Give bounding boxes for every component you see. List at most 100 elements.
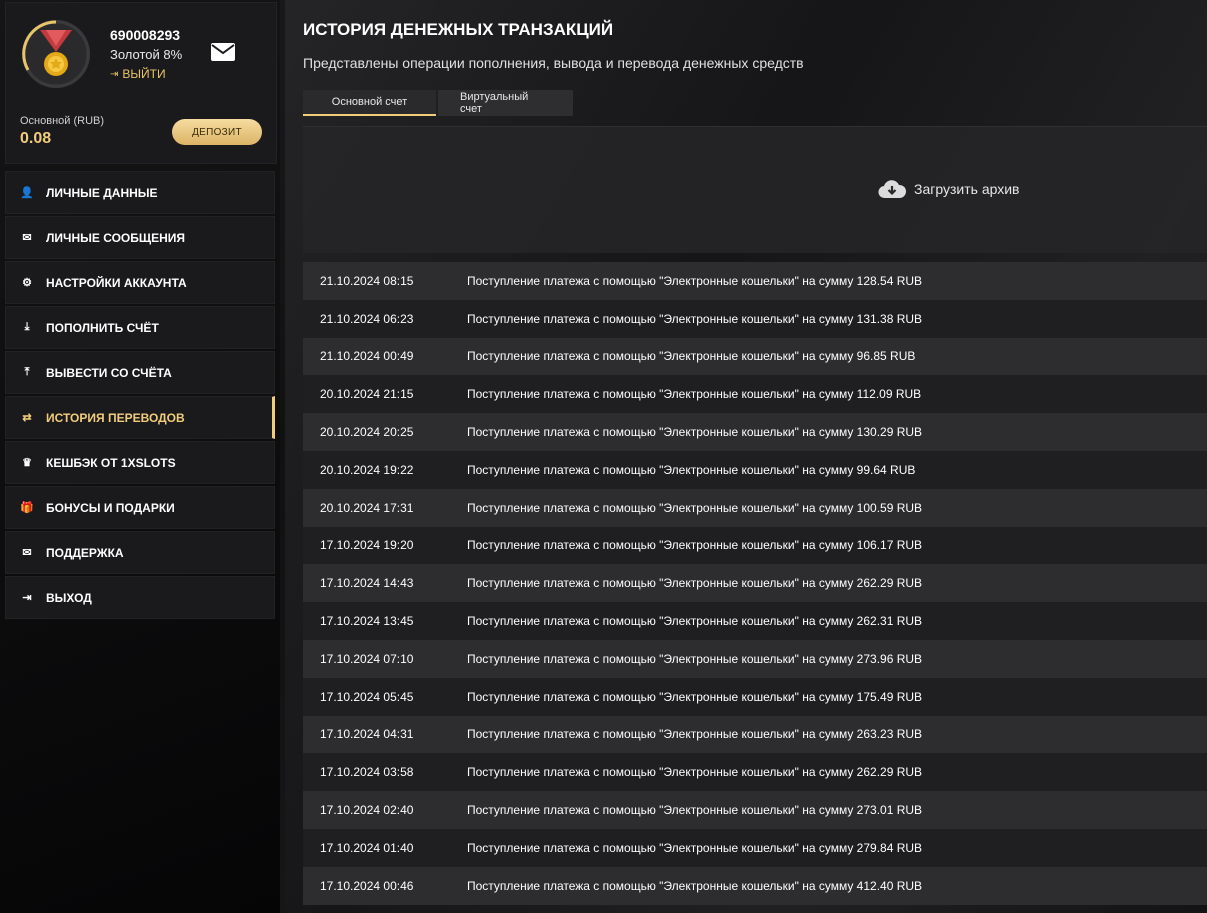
transaction-description: Поступление платежа с помощью "Электронн… (467, 878, 923, 893)
sidebar-item[interactable]: 👤 ЛИЧНЫЕ ДАННЫЕ (5, 171, 275, 214)
table-row: 17.10.2024 03:58 Поступление платежа с по… (303, 753, 1207, 792)
table-row: 17.10.2024 13:45 Поступление платежа с по… (303, 602, 1207, 640)
cloud-download-icon (878, 180, 906, 199)
user-id: 690008293 (110, 27, 181, 43)
table-row: 20.10.2024 21:15 Поступление платежа с по… (303, 375, 1207, 414)
user-plus-icon: 👤 (20, 187, 34, 199)
transaction-date: 20.10.2024 19:22 (320, 462, 414, 477)
page-title: ИСТОРИЯ ДЕНЕЖНЫХ ТРАНЗАКЦИЙ (303, 20, 614, 39)
transactions-table: 21.10.2024 08:15 Поступление платежа с по… (303, 262, 1207, 905)
deposit-button[interactable]: ДЕПОЗИТ (172, 119, 262, 145)
transaction-description: Поступление платежа с помощью "Электронн… (467, 273, 923, 288)
sidebar-item-label: ЛИЧНЫЕ СООБЩЕНИЯ (46, 230, 186, 245)
transaction-date: 17.10.2024 03:58 (320, 765, 414, 780)
tab-virtual-account[interactable]: Виртуальный счет (438, 90, 573, 116)
table-row: 17.10.2024 07:10 Поступление платежа с по… (303, 639, 1207, 678)
sidebar-item[interactable]: ⇥ ВЫХОД (5, 576, 275, 619)
sidebar-item-label: НАСТРОЙКИ АККАУНТА (46, 275, 187, 290)
sidebar-item[interactable]: ⤒ ВЫВЕСТИ СО СЧЁТА (5, 351, 275, 394)
envelope-icon[interactable] (211, 43, 235, 61)
user-level: Золотой 8% (110, 47, 183, 62)
transaction-date: 21.10.2024 00:49 (320, 349, 414, 364)
transaction-description: Поступление платежа с помощью "Электронн… (467, 840, 923, 855)
main-content: ИСТОРИЯ ДЕНЕЖНЫХ ТРАНЗАКЦИЙ Представлены… (285, 0, 1207, 913)
sidebar-item[interactable]: ⇄ ИСТОРИЯ ПЕРЕВОДОВ (5, 396, 275, 439)
transaction-description: Поступление платежа с помощью "Электронн… (467, 765, 923, 780)
table-row: 21.10.2024 08:15 Поступление платежа с по… (303, 262, 1207, 300)
transaction-description: Поступление платежа с помощью "Электронн… (467, 462, 916, 477)
sidebar-item-label: КЕШБЭК ОТ 1XSLOTS (46, 455, 176, 470)
sidebar-item-label: ИСТОРИЯ ПЕРЕВОДОВ (46, 410, 185, 425)
table-row: 20.10.2024 19:22 Поступление платежа с по… (303, 450, 1207, 489)
transaction-description: Поступление платежа с помощью "Электронн… (467, 425, 923, 440)
transaction-date: 17.10.2024 00:46 (320, 878, 414, 893)
sidebar-item[interactable]: ⤓ ПОПОЛНИТЬ СЧЁТ (5, 306, 275, 349)
table-row: 20.10.2024 20:25 Поступление платежа с по… (303, 413, 1207, 451)
download-archive-label: Загрузить архив (914, 181, 1020, 197)
download-archive-button[interactable]: Загрузить архив (878, 179, 1020, 199)
sidebar-item-label: ВЫВЕСТИ СО СЧЁТА (46, 365, 172, 380)
sidebar-item[interactable]: ⚙ НАСТРОЙКИ АККАУНТА (5, 261, 275, 304)
transaction-date: 17.10.2024 14:43 (320, 576, 414, 591)
table-row: 20.10.2024 17:31 Поступление платежа с по… (303, 488, 1207, 527)
envelope-icon: ✉ (22, 547, 32, 559)
transaction-description: Поступление платежа с помощью "Электронн… (467, 727, 923, 742)
transaction-description: Поступление платежа с помощью "Электронн… (467, 651, 923, 666)
gift-icon: 🎁 (20, 502, 34, 514)
page-subtitle: Представлены операции пополнения, вывода… (303, 55, 804, 71)
transaction-description: Поступление платежа с помощью "Электронн… (467, 538, 923, 553)
table-row: 17.10.2024 14:43 Поступление платежа с по… (303, 564, 1207, 603)
transaction-description: Поступление платежа с помощью "Электронн… (467, 500, 923, 515)
transaction-date: 20.10.2024 17:31 (320, 500, 414, 515)
table-row: 17.10.2024 05:45 Поступление платежа с по… (303, 677, 1207, 716)
page: 690008293 Золотой 8% ⇥ ВЫЙТИ Основной (R… (0, 0, 1207, 913)
sidebar-item[interactable]: ✉ ПОДДЕРЖКА (5, 531, 275, 574)
sign-out-icon: ⇥ (22, 592, 32, 604)
exchange-icon: ⇄ (22, 412, 32, 424)
transaction-description: Поступление платежа с помощью "Электронн… (467, 349, 916, 364)
transaction-description: Поступление платежа с помощью "Электронн… (467, 576, 923, 591)
sidebar-item-label: ВЫХОД (46, 590, 92, 605)
transaction-date: 21.10.2024 06:23 (320, 311, 414, 326)
profile-card: 690008293 Золотой 8% ⇥ ВЫЙТИ Основной (R… (5, 2, 277, 164)
transaction-description: Поступление платежа с помощью "Электронн… (467, 614, 923, 629)
transaction-date: 17.10.2024 01:40 (320, 840, 414, 855)
table-row: 17.10.2024 19:20 Поступление платежа с по… (303, 526, 1207, 565)
sidebar-item[interactable]: ♛ КЕШБЭК ОТ 1XSLOTS (5, 441, 275, 484)
sidebar-item-label: БОНУСЫ И ПОДАРКИ (46, 500, 175, 515)
transaction-date: 21.10.2024 08:15 (320, 273, 414, 288)
transaction-date: 20.10.2024 21:15 (320, 387, 414, 402)
sidebar-item[interactable]: 🎁 БОНУСЫ И ПОДАРКИ (5, 486, 275, 529)
table-row: 17.10.2024 00:46 Поступление платежа с по… (303, 866, 1207, 905)
archive-panel: Загрузить архив (303, 126, 1207, 253)
balance-value: 0.08 (20, 130, 52, 147)
table-row: 17.10.2024 04:31 Поступление платежа с по… (303, 715, 1207, 754)
avatar[interactable] (22, 20, 90, 88)
transaction-date: 17.10.2024 04:31 (320, 727, 414, 742)
tab-main-account[interactable]: Основной счет (303, 90, 436, 116)
sidebar: 690008293 Золотой 8% ⇥ ВЫЙТИ Основной (R… (0, 0, 280, 913)
transaction-description: Поступление платежа с помощью "Электронн… (467, 387, 922, 402)
table-row: 21.10.2024 06:23 Поступление платежа с по… (303, 299, 1207, 338)
transaction-date: 17.10.2024 02:40 (320, 803, 414, 818)
sidebar-item-label: ЛИЧНЫЕ ДАННЫЕ (46, 185, 158, 200)
logout-label: ВЫЙТИ (122, 67, 166, 81)
account-tabs: Основной счет Виртуальный счет (303, 90, 573, 116)
transaction-date: 17.10.2024 05:45 (320, 689, 414, 704)
upload-icon: ⤒ (24, 366, 30, 378)
transaction-date: 17.10.2024 19:20 (320, 538, 414, 553)
sidebar-item-label: ПОДДЕРЖКА (46, 545, 124, 560)
sidebar-menu: 👤 ЛИЧНЫЕ ДАННЫЕ ✉ ЛИЧНЫЕ СООБЩЕНИЯ ⚙ НАСТРОЙК… (5, 171, 275, 621)
table-row: 21.10.2024 00:49 Поступление платежа с по… (303, 337, 1207, 376)
transaction-description: Поступление платежа с помощью "Электронн… (467, 311, 923, 326)
logout-link[interactable]: ⇥ ВЫЙТИ (110, 67, 166, 81)
transaction-description: Поступление платежа с помощью "Электронн… (467, 689, 923, 704)
transaction-description: Поступление платежа с помощью "Электронн… (467, 803, 923, 818)
transaction-date: 17.10.2024 07:10 (320, 651, 414, 666)
gears-icon: ⚙ (22, 277, 32, 289)
sign-out-icon: ⇥ (110, 68, 119, 80)
transaction-date: 17.10.2024 13:45 (320, 614, 414, 629)
sidebar-item[interactable]: ✉ ЛИЧНЫЕ СООБЩЕНИЯ (5, 216, 275, 259)
transaction-date: 20.10.2024 20:25 (320, 425, 414, 440)
crown-icon: ♛ (22, 457, 32, 469)
